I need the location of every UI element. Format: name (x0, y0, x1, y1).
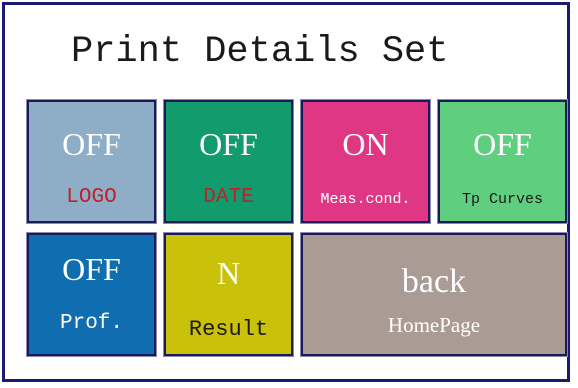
prof-toggle-button[interactable]: OFF Prof. (26, 232, 157, 357)
date-label: DATE (203, 186, 254, 209)
print-details-panel: Print Details Set OFF LOGO OFF DATE ON M… (2, 2, 570, 382)
meas-cond-label: Meas.cond. (320, 191, 411, 208)
date-state: OFF (199, 126, 258, 162)
back-homepage-button[interactable]: back HomePage (300, 232, 568, 357)
logo-label: LOGO (66, 186, 117, 209)
tp-curves-label: Tp Curves (461, 191, 543, 208)
result-label: Result (188, 317, 269, 342)
logo-state: OFF (62, 126, 121, 162)
logo-toggle-button[interactable]: OFF LOGO (26, 99, 157, 224)
tp-curves-toggle-button[interactable]: OFF Tp Curves (437, 99, 568, 224)
meas-cond-state: ON (342, 126, 389, 162)
result-state: N (216, 255, 241, 291)
prof-label: Prof. (59, 312, 123, 335)
date-toggle-button[interactable]: OFF DATE (163, 99, 294, 224)
prof-state: OFF (62, 251, 121, 287)
tp-curves-state: OFF (473, 126, 532, 162)
page-title: Print Details Set (71, 31, 449, 73)
homepage-label: HomePage (387, 313, 481, 337)
meas-cond-toggle-button[interactable]: ON Meas.cond. (300, 99, 431, 224)
result-toggle-button[interactable]: N Result (163, 232, 294, 357)
back-label: back (401, 263, 467, 300)
